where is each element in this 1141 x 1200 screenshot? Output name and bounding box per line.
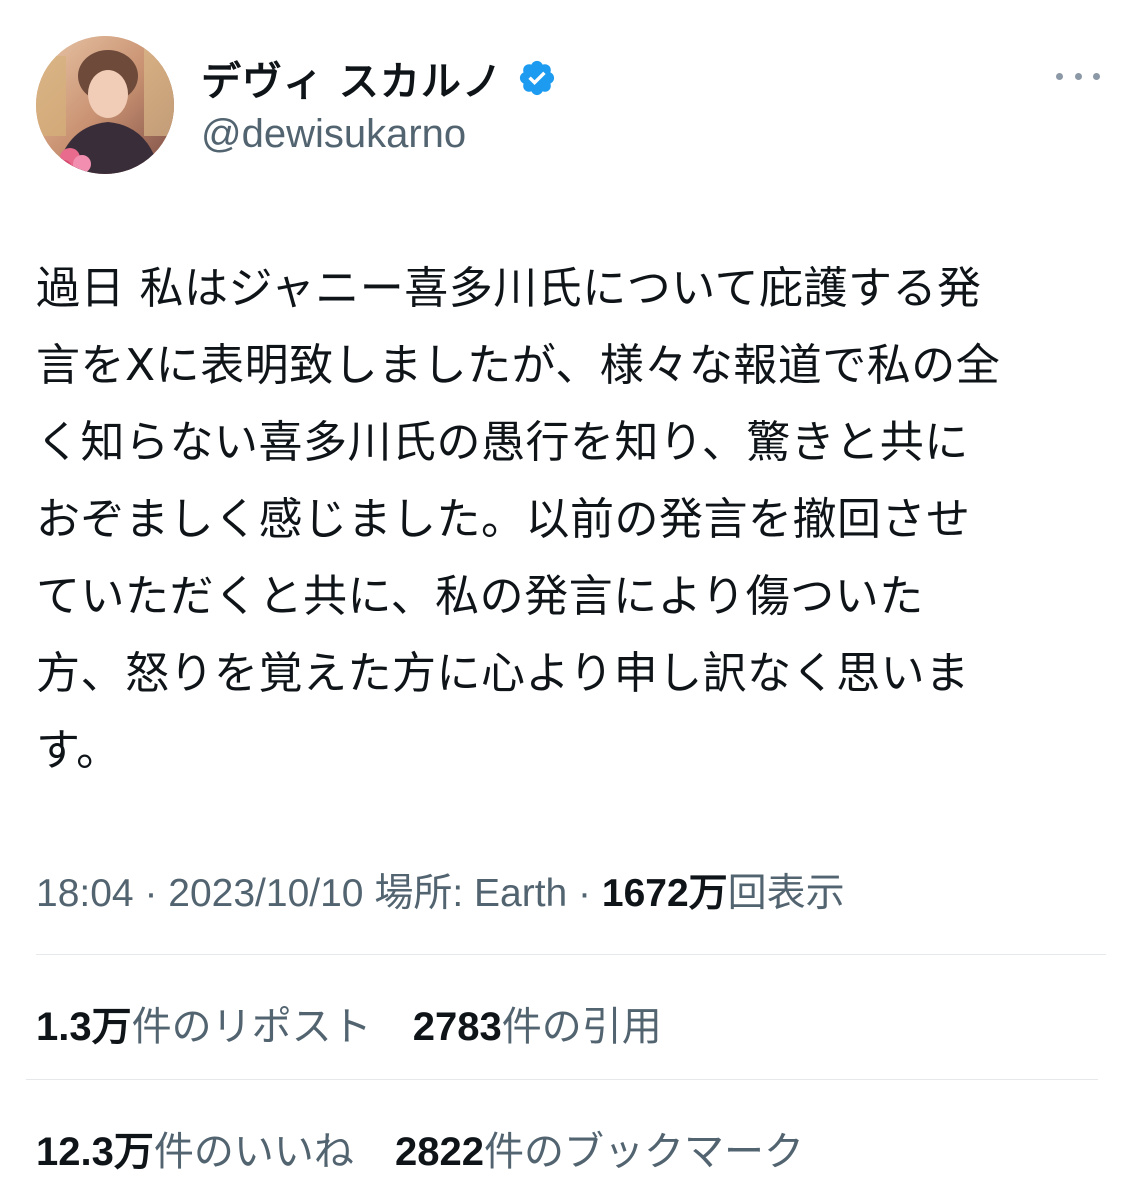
divider	[36, 954, 1106, 955]
tweet-text-line: 言をXに表明致しましたが、様々な報道で私の全	[36, 340, 1001, 391]
bookmark-label: 件のブックマーク	[483, 1130, 804, 1174]
quote-count: 2783	[412, 1005, 502, 1049]
author-names: デヴィ スカルノ @dewisukarno	[201, 50, 557, 157]
dot	[1093, 72, 1100, 80]
user-handle[interactable]: @dewisukarno	[201, 112, 557, 157]
stats-row-reposts: 1.3万件のリポスト 2783件の引用	[36, 994, 662, 1052]
tweet-text-line: おぞましく感じました。以前の発言を撤回させ	[36, 494, 971, 545]
verified-badge-icon	[517, 58, 557, 98]
tweet-text-line: す。	[36, 725, 121, 776]
bookmark-count-link[interactable]: 2822件のブックマーク	[395, 1119, 804, 1177]
tweet-time[interactable]: 18:04	[36, 872, 134, 915]
tweet-card: デヴィ スカルノ @dewisukarno 過日 私はジャニー喜多川氏について庇…	[0, 0, 1141, 1200]
tweet-text-line: 過日 私はジャニー喜多川氏について庇護する発	[36, 263, 982, 314]
tweet-location: 場所: Earth	[374, 872, 568, 915]
like-count-link[interactable]: 12.3万件のいいね	[36, 1119, 354, 1177]
repost-label: 件のリポスト	[131, 1005, 372, 1049]
tweet-text-line: 方、怒りを覚えた方に心より申し訳なく思いま	[36, 648, 970, 699]
dot	[1074, 72, 1082, 80]
like-label: 件のいいね	[153, 1130, 354, 1174]
dot	[1056, 72, 1063, 80]
tweet-text-line: ていただくと共に、私の発言により傷ついた	[36, 571, 924, 622]
tweet-header: デヴィ スカルノ @dewisukarno	[36, 36, 1106, 176]
stats-row-likes: 12.3万件のいいね 2822件のブックマーク	[36, 1119, 804, 1177]
meta-separator: ·	[567, 872, 602, 915]
display-name-row: デヴィ スカルノ	[201, 50, 557, 106]
quote-count-link[interactable]: 2783件の引用	[413, 994, 662, 1052]
more-horizontal-icon[interactable]	[1056, 64, 1100, 88]
tweet-meta: 18:04 · 2023/10/10 場所: Earth · 1672万回表示	[36, 862, 845, 918]
avatar-image	[36, 36, 174, 174]
meta-separator: ·	[133, 872, 169, 915]
avatar[interactable]	[36, 36, 174, 174]
repost-count-link[interactable]: 1.3万件のリポスト	[36, 994, 372, 1052]
tweet-text: 過日 私はジャニー喜多川氏について庇護する発 言をXに表明致しましたが、様々な報…	[36, 250, 1111, 789]
display-name[interactable]: デヴィ スカルノ	[201, 49, 503, 107]
tweet-text-line: く知らない喜多川氏の愚行を知り、驚きと共に	[36, 417, 969, 468]
divider	[26, 1079, 1098, 1080]
repost-count: 1.3万	[36, 1005, 132, 1049]
bookmark-count: 2822	[394, 1130, 484, 1174]
tweet-date[interactable]: 2023/10/10	[168, 872, 363, 915]
views-count: 1672万	[601, 872, 728, 915]
quote-label: 件の引用	[501, 1005, 662, 1049]
views-label: 回表示	[727, 872, 845, 915]
like-count: 12.3万	[36, 1130, 154, 1174]
